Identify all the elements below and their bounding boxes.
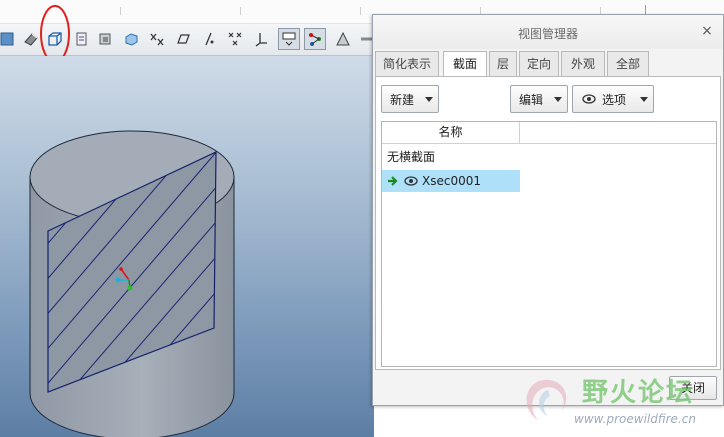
chevron-down-icon: [425, 97, 433, 102]
annotations-icon[interactable]: [278, 28, 300, 50]
tab-layers[interactable]: 层: [489, 51, 517, 77]
spin-center-icon[interactable]: [250, 28, 272, 50]
display-style-icon[interactable]: [0, 28, 18, 50]
dialog-titlebar[interactable]: 视图管理器 ×: [373, 15, 723, 49]
new-button-label: 新建: [390, 92, 415, 107]
eye-icon: [404, 176, 418, 186]
list-item-label: 无横截面: [387, 150, 436, 164]
ruler-tick: [120, 7, 121, 15]
list-item[interactable]: 无横截面: [382, 146, 520, 168]
edit-button-label: 编辑: [519, 92, 544, 107]
model-scene: [29, 130, 235, 437]
options-button[interactable]: 选项: [572, 85, 654, 113]
datum-planes-icon[interactable]: [146, 28, 168, 50]
datum-axes-icon[interactable]: [172, 28, 194, 50]
tab-orient[interactable]: 定向: [519, 51, 559, 77]
tab-sections[interactable]: 截面: [443, 51, 487, 78]
chevron-down-icon: [640, 97, 648, 102]
edit-button[interactable]: 编辑: [510, 85, 568, 113]
view-manager-icon[interactable]: [120, 28, 142, 50]
watermark: 野火论坛 www.proewildfire.cn: [514, 370, 724, 437]
sections-panel: 新建 编辑 选项 名称 无横截面 Xsec0001: [375, 76, 721, 370]
eye-icon: [582, 94, 596, 104]
view-manager-dialog: 视图管理器 × 简化表示 截面 层 定向 外观 全部 新建 编辑 选项 名称 无…: [372, 14, 724, 406]
render-icon[interactable]: [332, 28, 354, 50]
ruler-tick: [360, 7, 361, 15]
chevron-down-icon: [554, 97, 562, 102]
list-item-selected[interactable]: Xsec0001: [382, 170, 520, 192]
watermark-title: 野火论坛: [582, 378, 695, 408]
tab-simplified-rep[interactable]: 简化表示: [375, 51, 439, 77]
ruler-tick: [240, 7, 241, 15]
watermark-url: www.proewildfire.cn: [574, 412, 696, 426]
tab-all[interactable]: 全部: [607, 51, 649, 77]
layers-icon[interactable]: [94, 28, 116, 50]
column-header-name[interactable]: 名称: [382, 122, 520, 143]
dialog-title: 视图管理器: [517, 27, 578, 41]
list-header: 名称: [382, 122, 716, 144]
watermark-logo-icon: [526, 379, 567, 420]
graphics-viewport[interactable]: [0, 56, 374, 437]
active-arrow-icon: [388, 176, 398, 186]
datum-points-icon[interactable]: [198, 28, 220, 50]
tab-appearance[interactable]: 外观: [561, 51, 605, 77]
csys-icon[interactable]: [224, 28, 246, 50]
new-button[interactable]: 新建: [381, 85, 439, 113]
sections-list[interactable]: 名称 无横截面 Xsec0001: [381, 121, 717, 367]
list-item-label: Xsec0001: [422, 174, 481, 188]
datum-display-icon[interactable]: [304, 28, 326, 50]
options-button-label: 选项: [602, 92, 627, 107]
close-icon[interactable]: ×: [699, 23, 715, 39]
